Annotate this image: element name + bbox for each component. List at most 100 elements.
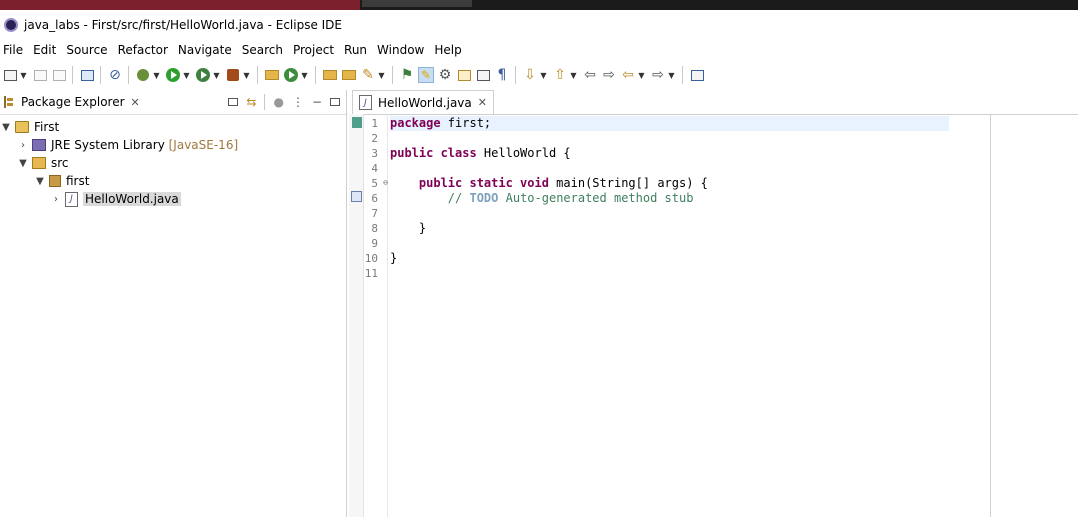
external-tools-button[interactable] <box>224 66 242 84</box>
menu-run[interactable]: Run <box>339 43 372 57</box>
chevron-right-icon[interactable]: › <box>50 194 62 205</box>
external-tools-dropdown[interactable]: ▼ <box>242 66 251 84</box>
word-wrap-button[interactable] <box>455 66 473 84</box>
menu-refactor[interactable]: Refactor <box>113 43 173 57</box>
forward-button[interactable]: ⇨ <box>649 66 667 84</box>
search-dropdown[interactable]: ▼ <box>377 66 386 84</box>
toolbar-separator <box>100 66 101 84</box>
line-number: 10 <box>364 252 378 265</box>
search-button[interactable]: ✎ <box>359 66 377 84</box>
main-toolbar: ▼ ⊘ ▼ ▼ ▼ ▼ ▼ ✎ ▼ ⚑ ✎ ⚙ ¶ ⇩ ▼ ⇧ ▼ ⇦ ⇨ ⇦ … <box>0 62 1078 88</box>
new-class-dropdown[interactable]: ▼ <box>300 66 309 84</box>
menu-edit[interactable]: Edit <box>28 43 61 57</box>
coverage-dropdown[interactable]: ▼ <box>212 66 221 84</box>
menu-search[interactable]: Search <box>237 43 288 57</box>
menu-help[interactable]: Help <box>429 43 466 57</box>
link-with-editor-icon[interactable]: ⇆ <box>246 95 256 109</box>
pin-editor-button[interactable] <box>688 66 706 84</box>
java-file-icon: J <box>65 191 78 207</box>
focus-on-task-icon[interactable]: ● <box>273 95 283 109</box>
code-line-6: // TODO Auto-generated method stub <box>390 191 694 206</box>
package-explorer-tab[interactable]: Package Explorer ✕ <box>0 90 144 114</box>
close-icon[interactable]: ✕ <box>131 96 140 109</box>
line-number: 9 <box>371 237 378 250</box>
toolbar-separator <box>392 66 393 84</box>
tree-item-src[interactable]: ▼ src <box>17 154 68 172</box>
chevron-down-icon[interactable]: ▼ <box>0 122 12 133</box>
jre-label: JRE System Library <box>51 138 165 152</box>
save-all-button[interactable] <box>50 66 68 84</box>
next-annotation-nav-button[interactable]: ⇩ <box>521 66 539 84</box>
new-java-project-button[interactable] <box>263 66 281 84</box>
chevron-down-icon[interactable]: ▼ <box>34 176 46 187</box>
tree-item-file[interactable]: › J HelloWorld.java <box>50 190 181 208</box>
next-annotation-button[interactable]: ⚑ <box>398 66 416 84</box>
open-type-button[interactable] <box>321 66 339 84</box>
menu-project[interactable]: Project <box>288 43 339 57</box>
run-button[interactable] <box>164 66 182 84</box>
editor-tab-helloworld[interactable]: J HelloWorld.java ✕ <box>352 90 494 114</box>
close-icon[interactable]: ✕ <box>478 96 487 109</box>
chevron-down-icon[interactable]: ▼ <box>17 158 29 169</box>
menu-navigate[interactable]: Navigate <box>173 43 237 57</box>
forward-dropdown[interactable]: ▼ <box>667 66 676 84</box>
line-number: 3 <box>371 147 378 160</box>
minimize-icon[interactable]: − <box>312 95 322 109</box>
code-text-area[interactable]: package first; public class HelloWorld {… <box>390 114 1078 517</box>
back-dropdown[interactable]: ▼ <box>637 66 646 84</box>
last-edit-location-button[interactable]: ⇦ <box>581 66 599 84</box>
menu-window[interactable]: Window <box>372 43 429 57</box>
collapse-all-icon[interactable] <box>228 98 239 106</box>
toolbar-separator <box>128 66 129 84</box>
task-marker-icon[interactable] <box>351 191 362 202</box>
open-task-button[interactable] <box>340 66 358 84</box>
save-all-icon <box>52 69 66 81</box>
package-explorer-icon <box>4 96 16 108</box>
toolbar-separator <box>315 66 316 84</box>
todo-tag: TODO <box>469 191 499 205</box>
previous-annotation-button[interactable]: ⇧ <box>551 66 569 84</box>
maximize-icon[interactable] <box>330 98 340 106</box>
forward-edit-icon: ⇨ <box>603 67 615 83</box>
toolbar-separator <box>257 66 258 84</box>
previous-annotation-dropdown[interactable]: ▼ <box>569 66 578 84</box>
new-dropdown[interactable]: ▼ <box>19 66 28 84</box>
save-button[interactable] <box>31 66 49 84</box>
forward-edit-button[interactable]: ⇨ <box>600 66 618 84</box>
print-margin-line <box>990 114 991 517</box>
show-whitespace-toggle-button[interactable] <box>474 66 492 84</box>
toolbar-separator <box>72 66 73 84</box>
tree-item-jre[interactable]: › JRE System Library [JavaSE-16] <box>17 136 238 154</box>
coverage-button[interactable] <box>194 66 212 84</box>
package-explorer-panel: Package Explorer ✕ ⇆ ● ⋮ − ▼ First › JRE… <box>0 90 347 517</box>
debug-icon <box>137 69 149 81</box>
debug-dropdown[interactable]: ▼ <box>152 66 161 84</box>
code-text: } <box>390 221 427 235</box>
line-number: 11 <box>364 267 378 280</box>
run-dropdown[interactable]: ▼ <box>182 66 191 84</box>
new-java-class-button[interactable] <box>282 66 300 84</box>
menu-file[interactable]: File <box>0 43 28 57</box>
save-icon <box>33 69 47 81</box>
tree-item-project[interactable]: ▼ First <box>0 118 59 136</box>
open-console-button[interactable] <box>78 66 96 84</box>
debug-button[interactable] <box>134 66 152 84</box>
back-button[interactable]: ⇦ <box>619 66 637 84</box>
mark-occurrences-button[interactable]: ✎ <box>417 66 435 84</box>
tree-item-package[interactable]: ▼ first <box>34 172 89 190</box>
view-menu-icon[interactable]: ⋮ <box>292 95 304 109</box>
chevron-right-icon[interactable]: › <box>17 140 29 151</box>
project-label: First <box>34 120 60 134</box>
next-annotation-dropdown[interactable]: ▼ <box>539 66 548 84</box>
new-button[interactable] <box>1 66 19 84</box>
whitespace-icon <box>476 69 490 81</box>
fold-collapse-icon[interactable]: ⊖ <box>383 178 388 187</box>
block-selection-button[interactable]: ⚙ <box>436 66 454 84</box>
back-arrow-icon: ⇦ <box>622 67 634 83</box>
project-folder-icon <box>15 121 29 133</box>
package-explorer-tabbar: Package Explorer ✕ ⇆ ● ⋮ − <box>0 90 346 115</box>
skip-breakpoints-button[interactable]: ⊘ <box>106 66 124 84</box>
show-paragraph-button[interactable]: ¶ <box>493 66 511 84</box>
menu-source[interactable]: Source <box>61 43 112 57</box>
